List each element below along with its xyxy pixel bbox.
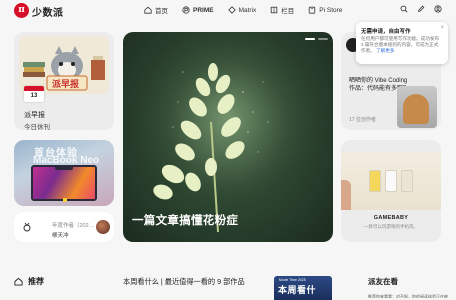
gamebaby-subtitle: 一款可以玩游戏的手机壳。 — [364, 224, 418, 229]
laptop-notch — [55, 167, 73, 170]
daily-news-subtitle: 今日休刊 — [24, 124, 50, 130]
notice-text: 任何用户都可使用写作功能。成功发布 3 篇符合版本规则的内容，可成为正式作者。 — [361, 36, 440, 53]
thumbnail-small-text: Movie Time 2025 — [279, 278, 306, 282]
friends-reading-item[interactable]: 推荐你来看看：对不起，你的阅读体验正在被系统偷走… — [368, 294, 448, 298]
weekly-picks-thumbnail[interactable]: Movie Time 2025 本周看什 — [274, 276, 332, 300]
search-icon[interactable] — [400, 5, 408, 13]
phone-case-yellow — [369, 170, 381, 192]
notice-body: 任何用户都可使用写作功能。成功发布 3 篇符合版本规则的内容，可成为正式作者。 … — [361, 36, 441, 54]
site-name[interactable]: 少数派 — [32, 4, 64, 19]
medal-icon — [23, 222, 31, 232]
notice-learn-more-link[interactable]: 了解更多 — [376, 48, 394, 53]
daily-news-card[interactable]: 派早报 13 派早报 今日休刊 — [14, 32, 114, 130]
close-icon[interactable]: × — [440, 25, 444, 31]
date-badge-number: 13 — [30, 93, 38, 99]
nav-prime-label: PRIME — [193, 6, 214, 14]
notice-title: 无需申请，自由写作 — [361, 29, 411, 35]
site-logo[interactable]: π — [14, 3, 29, 18]
recommend-label: 推荐 — [28, 277, 44, 286]
laptop-icon — [63, 198, 67, 202]
thumbnail-big-text: 本周看什 — [278, 285, 317, 295]
home-icon — [14, 277, 23, 286]
home-icon — [144, 6, 152, 14]
hero-feature-card[interactable]: 一篇文章搞懂花粉症 — [123, 32, 333, 242]
nav-matrix-label: Matrix — [238, 6, 257, 14]
friends-reading-header: 派友在看 — [368, 277, 398, 286]
toolbar-icons — [400, 5, 442, 13]
nav-home-label: 首页 — [155, 8, 168, 15]
recommend-section-header[interactable]: 推荐 — [14, 276, 44, 287]
hero-title: 一篇文章搞懂花粉症 — [132, 215, 239, 227]
edit-icon[interactable] — [417, 5, 425, 13]
prime-icon — [182, 6, 190, 14]
vibe-coding-image — [397, 86, 437, 128]
gamebaby-card[interactable]: GAMEBABY 一款可以玩游戏的手机壳。 — [341, 140, 441, 242]
svg-text:派早报: 派早报 — [52, 78, 79, 90]
author-avatar[interactable] — [96, 220, 110, 234]
phone-case-beige — [401, 170, 413, 192]
featured-author-card[interactable]: 年度作者（202… 柳天冲 — [14, 212, 114, 242]
cat-figure — [403, 94, 429, 124]
nav-store[interactable]: Pi Store — [308, 5, 342, 15]
user-icon[interactable] — [434, 5, 442, 13]
gamebaby-image — [341, 152, 441, 210]
carousel-dot[interactable] — [318, 38, 328, 40]
vibe-coding-meta: 17 位创作者 — [349, 117, 376, 123]
write-notice-popover[interactable]: 无需申请，自由写作 × 任何用户都可使用写作功能。成功发布 3 篇符合版本规则的… — [356, 22, 448, 64]
carousel-dot-active[interactable] — [305, 38, 315, 40]
author-name: 柳天冲 — [52, 233, 69, 239]
column-icon — [271, 6, 278, 14]
author-meta: 年度作者（202… — [52, 223, 95, 229]
nav-matrix[interactable]: Matrix — [227, 5, 257, 15]
weekly-picks-title[interactable]: 本周看什么 | 最近值得一看的 9 部作品 — [123, 277, 245, 287]
store-icon — [309, 6, 316, 14]
nav-home[interactable]: 首页 — [144, 5, 168, 15]
carousel-indicator[interactable] — [305, 38, 328, 40]
top-bar: π 少数派 首页 PRIME Matrix 栏目 Pi Store — [0, 0, 456, 22]
gamebaby-title: GAMEBABY — [373, 215, 409, 221]
laptop-screen-image — [31, 165, 97, 202]
hand-image — [341, 180, 351, 210]
nav-column-label: 栏目 — [281, 8, 295, 15]
phone-case-white — [385, 170, 397, 192]
nav-store-label: Pi Store — [319, 6, 343, 14]
nav-prime[interactable]: PRIME — [182, 5, 214, 15]
date-badge: 13 — [24, 86, 44, 102]
pollen-grass-image — [123, 32, 333, 242]
daily-news-title: 派早报 — [24, 112, 45, 119]
nav-column[interactable]: 栏目 — [270, 5, 294, 15]
macbook-review-card[interactable]: 首台体验 MacBook Neo — [14, 140, 114, 206]
main-nav: 首页 PRIME Matrix 栏目 Pi Store — [144, 5, 342, 15]
matrix-icon — [227, 6, 236, 14]
